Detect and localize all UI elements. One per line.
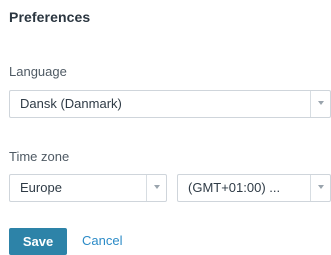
language-select[interactable]: Dansk (Danmark) bbox=[9, 90, 331, 118]
language-dropdown-toggle[interactable] bbox=[310, 91, 330, 117]
time-zone-offset-select[interactable]: (GMT+01:00) ... bbox=[177, 174, 331, 202]
save-button[interactable]: Save bbox=[9, 228, 67, 255]
cancel-link[interactable]: Cancel bbox=[82, 233, 122, 248]
time-zone-region-select[interactable]: Europe bbox=[9, 174, 167, 202]
time-zone-region-value: Europe bbox=[20, 180, 62, 195]
chevron-down-icon bbox=[154, 185, 160, 189]
time-zone-offset-dropdown-toggle[interactable] bbox=[310, 175, 330, 201]
time-zone-offset-value: (GMT+01:00) ... bbox=[188, 180, 281, 195]
page-title: Preferences bbox=[9, 9, 91, 25]
chevron-down-icon bbox=[318, 185, 324, 189]
chevron-down-icon bbox=[318, 101, 324, 105]
language-selected-value: Dansk (Danmark) bbox=[20, 96, 122, 111]
time-zone-region-dropdown-toggle[interactable] bbox=[146, 175, 166, 201]
time-zone-label: Time zone bbox=[9, 149, 70, 164]
language-label: Language bbox=[9, 64, 67, 79]
